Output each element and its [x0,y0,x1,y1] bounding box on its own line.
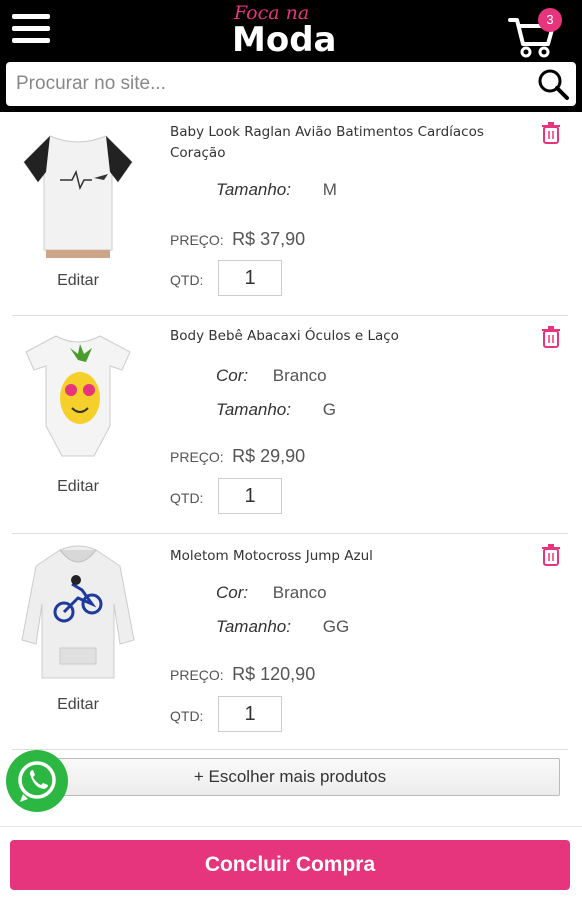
cart-item: Editar Baby Look Raglan Avião Batimentos… [12,112,568,316]
trash-icon[interactable] [542,122,560,144]
attribute-value: G [322,400,336,419]
product-image-body-bebe[interactable] [20,326,136,462]
quantity-label: QTD: [170,708,204,724]
product-image-moletom[interactable] [20,544,136,680]
attribute-label: Tamanho: [216,400,291,419]
edit-link[interactable]: Editar [12,478,144,496]
checkout-button[interactable]: Concluir Compra [10,840,570,890]
logo[interactable]: Foca na Moda [232,2,352,60]
quantity-label: QTD: [170,490,204,506]
product-title[interactable]: Body Bebê Abacaxi Óculos e Laço [170,326,530,347]
attribute-label: Cor: [216,366,249,385]
quantity-input[interactable] [218,260,282,296]
whatsapp-button[interactable] [6,750,68,812]
search-bar [6,62,576,106]
product-title[interactable]: Baby Look Raglan Avião Batimentos Cardía… [170,122,530,164]
search-icon[interactable] [536,67,570,101]
attribute-size: Tamanho: M [216,180,337,200]
attribute-size: Tamanho: GG [216,617,349,637]
quantity-label: QTD: [170,272,204,288]
cart-item: Editar Body Bebê Abacaxi Óculos e Laço C… [12,316,568,534]
cart-button[interactable]: 3 [508,8,570,58]
price-row: PREÇO: R$ 29,90 [170,446,305,467]
menu-icon[interactable] [12,14,50,48]
price-label: PREÇO: [170,667,224,683]
search-input[interactable] [16,68,516,100]
choose-more-products-button[interactable]: + Escolher mais produtos [20,758,560,796]
attribute-value: Branco [272,583,327,602]
price-value: R$ 37,90 [232,229,306,249]
price-label: PREÇO: [170,449,224,465]
product-title[interactable]: Moletom Motocross Jump Azul [170,546,530,567]
price-value: R$ 120,90 [232,664,316,684]
attribute-value: GG [322,617,350,636]
attribute-value: Branco [272,366,327,385]
quantity-input[interactable] [218,696,282,732]
divider [0,826,582,827]
whatsapp-icon [18,761,56,802]
attribute-color: Cor: Branco [216,583,327,603]
attribute-size: Tamanho: G [216,400,336,420]
edit-link[interactable]: Editar [12,696,144,714]
attribute-label: Tamanho: [216,180,291,199]
header: Foca na Moda 3 [0,0,582,112]
price-value: R$ 29,90 [232,446,306,466]
attribute-label: Cor: [216,583,249,602]
trash-icon[interactable] [542,544,560,566]
price-label: PREÇO: [170,232,224,248]
trash-icon[interactable] [542,326,560,348]
attribute-value: M [322,180,337,199]
product-image-baby-look[interactable] [20,122,136,258]
logo-wordmark: Moda [232,20,337,60]
cart-item: Editar Moletom Motocross Jump Azul Cor: … [12,534,568,750]
price-row: PREÇO: R$ 37,90 [170,229,305,250]
cart-count-badge: 3 [538,8,562,32]
price-row: PREÇO: R$ 120,90 [170,664,315,685]
edit-link[interactable]: Editar [12,272,144,290]
quantity-input[interactable] [218,478,282,514]
attribute-label: Tamanho: [216,617,291,636]
attribute-color: Cor: Branco [216,366,327,386]
